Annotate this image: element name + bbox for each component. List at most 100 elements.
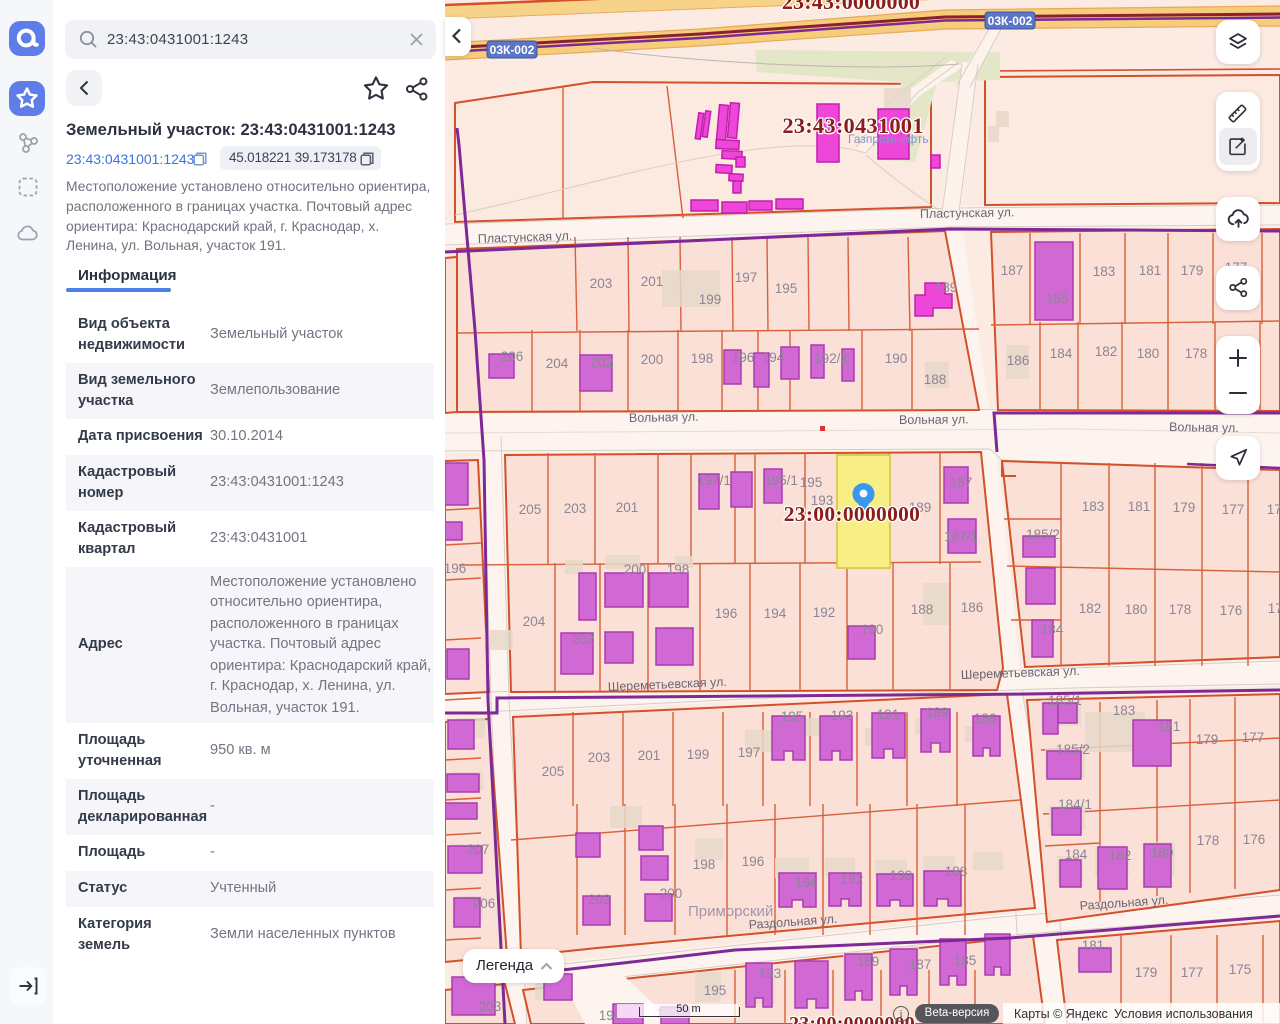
svg-text:204: 204 (523, 614, 546, 629)
svg-text:194: 194 (762, 350, 785, 365)
svg-text:190: 190 (861, 622, 884, 637)
svg-text:192/2: 192/2 (814, 351, 848, 366)
svg-text:186: 186 (974, 711, 997, 726)
svg-text:181: 181 (1158, 719, 1181, 734)
svg-text:176: 176 (1243, 832, 1266, 847)
svg-text:03К-002: 03К-002 (490, 43, 535, 57)
svg-text:185/2: 185/2 (1026, 527, 1060, 542)
svg-text:187: 187 (950, 475, 973, 490)
svg-text:203: 203 (479, 999, 502, 1014)
svg-text:195: 195 (781, 709, 804, 724)
svg-text:203: 203 (590, 276, 613, 291)
svg-text:199: 199 (699, 292, 722, 307)
svg-text:195: 195 (775, 281, 798, 296)
svg-text:183: 183 (1093, 264, 1116, 279)
svg-text:204: 204 (546, 356, 569, 371)
svg-text:Пластунская ул.: Пластунская ул. (920, 205, 1015, 221)
svg-text:195: 195 (800, 475, 823, 490)
svg-text:194: 194 (795, 875, 818, 890)
svg-text:194: 194 (764, 606, 787, 621)
svg-text:183: 183 (1082, 499, 1105, 514)
svg-text:23:43:0000000: 23:43:0000000 (782, 0, 920, 14)
svg-text:203: 203 (564, 501, 587, 516)
svg-text:200: 200 (624, 562, 647, 577)
svg-text:193: 193 (831, 708, 854, 723)
svg-text:185/1: 185/1 (1048, 693, 1082, 708)
svg-text:179: 179 (1196, 732, 1219, 747)
svg-text:190: 190 (890, 868, 913, 883)
svg-text:207: 207 (467, 842, 490, 857)
svg-text:174: 174 (1268, 601, 1280, 616)
svg-text:178: 178 (1197, 833, 1220, 848)
svg-text:198: 198 (667, 562, 690, 577)
svg-text:205: 205 (519, 502, 542, 517)
svg-text:191: 191 (877, 707, 900, 722)
svg-text:23:00:0000000: 23:00:0000000 (784, 502, 920, 526)
svg-text:186: 186 (961, 600, 984, 615)
svg-text:180: 180 (1151, 845, 1174, 860)
svg-text:196: 196 (445, 561, 466, 576)
svg-text:200: 200 (660, 886, 683, 901)
svg-text:190: 190 (885, 351, 908, 366)
svg-text:180: 180 (1137, 346, 1160, 361)
svg-text:179: 179 (1173, 500, 1196, 515)
svg-text:182: 182 (1095, 344, 1118, 359)
svg-text:177: 177 (1242, 730, 1265, 745)
svg-text:Вольная ул.: Вольная ул. (1169, 420, 1239, 435)
svg-text:189: 189 (857, 954, 880, 969)
svg-text:177: 177 (1181, 965, 1204, 980)
svg-text:03К-002: 03К-002 (988, 14, 1033, 28)
svg-text:188: 188 (911, 602, 934, 617)
svg-text:196: 196 (715, 606, 738, 621)
svg-text:189: 189 (935, 280, 958, 295)
svg-text:185/2: 185/2 (1056, 742, 1090, 757)
svg-text:187: 187 (909, 957, 932, 972)
svg-text:184/1: 184/1 (1058, 797, 1092, 812)
svg-text:Приморский: Приморский (688, 903, 773, 920)
svg-text:179: 179 (1181, 263, 1204, 278)
svg-text:183: 183 (1113, 703, 1136, 718)
svg-text:178: 178 (1185, 346, 1208, 361)
svg-text:181: 181 (1139, 263, 1162, 278)
svg-text:180: 180 (1125, 602, 1148, 617)
svg-text:192: 192 (841, 872, 864, 887)
svg-text:199: 199 (687, 747, 710, 762)
svg-text:197: 197 (735, 270, 758, 285)
svg-text:200: 200 (641, 352, 664, 367)
svg-text:201: 201 (641, 274, 664, 289)
svg-text:192: 192 (813, 605, 836, 620)
svg-text:189: 189 (926, 705, 949, 720)
svg-text:198: 198 (691, 351, 714, 366)
svg-text:176: 176 (1220, 603, 1243, 618)
svg-text:181: 181 (1082, 938, 1105, 953)
svg-text:195: 195 (704, 983, 727, 998)
svg-text:182: 182 (1079, 601, 1102, 616)
svg-text:178: 178 (1169, 602, 1192, 617)
svg-text:206: 206 (473, 896, 496, 911)
svg-text:174: 174 (1267, 502, 1280, 517)
svg-text:198: 198 (693, 857, 716, 872)
svg-text:175: 175 (1229, 962, 1252, 977)
svg-text:188: 188 (924, 372, 947, 387)
svg-text:197: 197 (738, 745, 761, 760)
svg-text:201: 201 (616, 500, 639, 515)
svg-text:203: 203 (588, 750, 611, 765)
svg-text:181: 181 (1128, 499, 1151, 514)
svg-text:185: 185 (954, 953, 977, 968)
svg-text:196: 196 (742, 854, 765, 869)
svg-text:184: 184 (1041, 622, 1064, 637)
svg-text:187: 187 (1001, 263, 1024, 278)
svg-text:195/1: 195/1 (764, 473, 798, 488)
svg-text:Вольная ул.: Вольная ул. (899, 412, 969, 427)
svg-text:179: 179 (1135, 965, 1158, 980)
svg-text:202: 202 (591, 355, 614, 370)
svg-text:Пластунская ул.: Пластунская ул. (478, 229, 573, 246)
svg-text:201: 201 (638, 748, 661, 763)
svg-text:197/1: 197/1 (697, 473, 731, 488)
svg-text:23:43:0431001: 23:43:0431001 (782, 113, 923, 138)
svg-text:187/1: 187/1 (944, 529, 978, 544)
svg-text:182: 182 (1109, 848, 1132, 863)
svg-text:188: 188 (945, 864, 968, 879)
svg-text:193: 193 (759, 966, 782, 981)
svg-text:184: 184 (1065, 847, 1088, 862)
